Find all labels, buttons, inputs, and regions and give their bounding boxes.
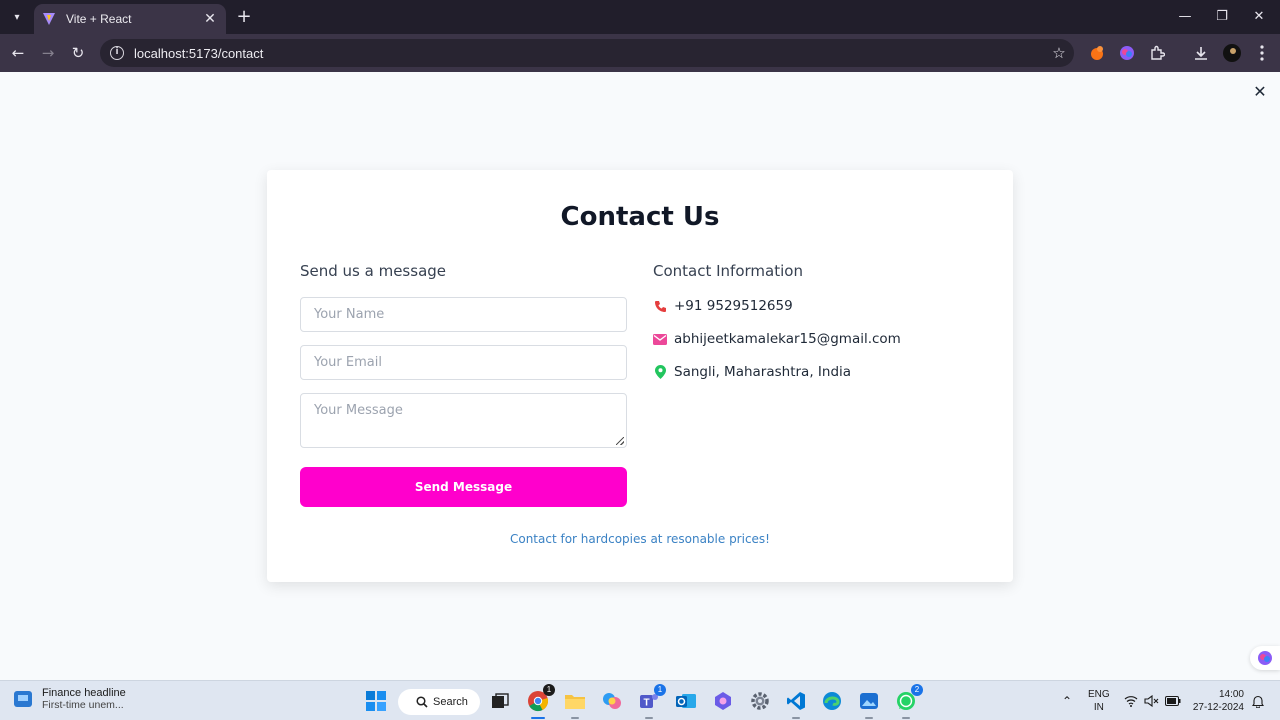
clock[interactable]: 14:00 27-12-2024 bbox=[1190, 681, 1244, 720]
envelope-icon bbox=[653, 332, 667, 346]
email-placeholder: Your Email bbox=[314, 355, 382, 370]
form-heading: Send us a message bbox=[300, 262, 447, 280]
floating-assistant-icon[interactable] bbox=[1250, 646, 1280, 670]
volume-muted-icon[interactable] bbox=[1144, 681, 1160, 720]
address-bar[interactable]: i localhost:5173/contact ☆ bbox=[100, 39, 1074, 67]
show-hidden-icons-chevron-icon[interactable]: ⌃ bbox=[1062, 681, 1072, 720]
teams-badge: 1 bbox=[654, 684, 666, 696]
info-heading: Contact Information bbox=[653, 262, 803, 280]
language-indicator[interactable]: ENG IN bbox=[1088, 681, 1110, 720]
extensions-puzzle-icon[interactable] bbox=[1147, 43, 1167, 63]
forward-arrow-icon[interactable]: → bbox=[37, 42, 59, 64]
new-tab-plus-icon[interactable]: + bbox=[234, 7, 254, 27]
restore-window-icon[interactable]: ❐ bbox=[1209, 6, 1235, 28]
windows-taskbar: Finance headline First-time unem... Sear… bbox=[0, 680, 1280, 720]
wifi-icon[interactable] bbox=[1124, 681, 1138, 720]
teams-icon[interactable]: T 1 bbox=[636, 684, 666, 719]
lang-top: ENG bbox=[1088, 689, 1110, 700]
bookmark-star-icon[interactable]: ☆ bbox=[1044, 44, 1074, 62]
running-indicator bbox=[902, 717, 910, 719]
clock-date: 27-12-2024 bbox=[1192, 702, 1244, 713]
email-row: abhijeetkamalekar15@gmail.com bbox=[653, 329, 901, 349]
hardcopies-note: Contact for hardcopies at resonable pric… bbox=[509, 532, 770, 546]
tab-search-chevron-icon[interactable]: ▾ bbox=[6, 7, 28, 27]
browser-tab-strip: ▾ Vite + React ✕ + — ❐ ✕ bbox=[0, 0, 1280, 34]
taskbar-search[interactable]: Search bbox=[398, 689, 480, 715]
phone-text: +91 9529512659 bbox=[674, 298, 793, 314]
close-window-icon[interactable]: ✕ bbox=[1246, 6, 1272, 28]
running-indicator bbox=[645, 717, 653, 719]
chrome-taskbar-icon[interactable]: 1 bbox=[525, 684, 555, 719]
url-text[interactable]: localhost:5173/contact bbox=[134, 46, 1044, 61]
vite-logo-icon bbox=[43, 13, 55, 25]
email-text: abhijeetkamalekar15@gmail.com bbox=[674, 331, 901, 347]
photos-icon[interactable] bbox=[856, 688, 882, 719]
extension-fox-icon[interactable] bbox=[1087, 43, 1107, 63]
tab-title: Vite + React bbox=[66, 12, 132, 26]
name-input[interactable]: Your Name bbox=[300, 297, 627, 332]
lang-bottom: IN bbox=[1093, 702, 1104, 713]
battery-icon[interactable] bbox=[1165, 681, 1181, 720]
svg-text:T: T bbox=[644, 698, 650, 709]
message-textarea[interactable]: Your Message bbox=[300, 393, 627, 448]
location-text: Sangli, Maharashtra, India bbox=[674, 364, 852, 380]
vscode-icon[interactable] bbox=[783, 688, 809, 719]
location-row: Sangli, Maharashtra, India bbox=[653, 362, 851, 382]
browser-toolbar: ← → ↻ i localhost:5173/contact ☆ bbox=[0, 34, 1280, 72]
chrome-badge: 1 bbox=[543, 684, 555, 696]
profile-avatar[interactable] bbox=[1222, 43, 1242, 63]
edge-icon[interactable] bbox=[819, 688, 845, 714]
file-explorer-icon[interactable] bbox=[562, 688, 588, 719]
copilot-icon[interactable] bbox=[599, 688, 625, 714]
map-pin-icon bbox=[653, 365, 667, 379]
settings-gear-icon[interactable] bbox=[747, 688, 773, 714]
running-indicator bbox=[865, 717, 873, 719]
download-icon[interactable] bbox=[1191, 43, 1211, 63]
tab-close-icon[interactable]: ✕ bbox=[202, 11, 218, 27]
browser-menu-icon[interactable] bbox=[1252, 43, 1272, 63]
windows-start-icon[interactable] bbox=[363, 688, 389, 714]
running-indicator bbox=[571, 717, 579, 719]
page-close-icon[interactable]: ✕ bbox=[1250, 82, 1270, 102]
back-arrow-icon[interactable]: ← bbox=[7, 42, 29, 64]
search-icon bbox=[416, 696, 428, 708]
news-headline: Finance headline bbox=[42, 687, 126, 699]
task-view-icon[interactable] bbox=[487, 688, 513, 714]
whatsapp-icon[interactable]: 2 bbox=[893, 684, 923, 719]
phone-icon bbox=[653, 299, 667, 313]
running-indicator bbox=[792, 717, 800, 719]
clock-time: 14:00 bbox=[1218, 689, 1244, 700]
copilot-app-icon[interactable] bbox=[710, 688, 736, 714]
whatsapp-badge: 2 bbox=[911, 684, 923, 696]
phone-row: +91 9529512659 bbox=[653, 296, 793, 316]
notification-bell-icon[interactable] bbox=[1252, 681, 1264, 720]
site-info-icon[interactable]: i bbox=[110, 46, 124, 60]
contact-card: Contact Us Send us a message Your Name Y… bbox=[267, 170, 1013, 582]
textarea-resize-handle[interactable] bbox=[616, 437, 624, 445]
news-subtext: First-time unem... bbox=[42, 699, 124, 711]
send-message-button[interactable]: Send Message bbox=[300, 467, 627, 507]
message-placeholder: Your Message bbox=[314, 403, 403, 418]
news-icon bbox=[14, 691, 32, 707]
browser-tab[interactable]: Vite + React ✕ bbox=[34, 4, 226, 34]
page-title: Contact Us bbox=[560, 202, 720, 232]
outlook-icon[interactable] bbox=[673, 688, 699, 714]
reload-icon[interactable]: ↻ bbox=[67, 42, 89, 64]
news-widget[interactable]: Finance headline First-time unem... bbox=[14, 687, 126, 711]
name-placeholder: Your Name bbox=[314, 307, 385, 322]
search-label: Search bbox=[433, 696, 468, 708]
email-input[interactable]: Your Email bbox=[300, 345, 627, 380]
running-indicator bbox=[531, 717, 545, 719]
minimize-icon[interactable]: — bbox=[1172, 6, 1198, 28]
extension-brain-icon[interactable] bbox=[1117, 43, 1137, 63]
